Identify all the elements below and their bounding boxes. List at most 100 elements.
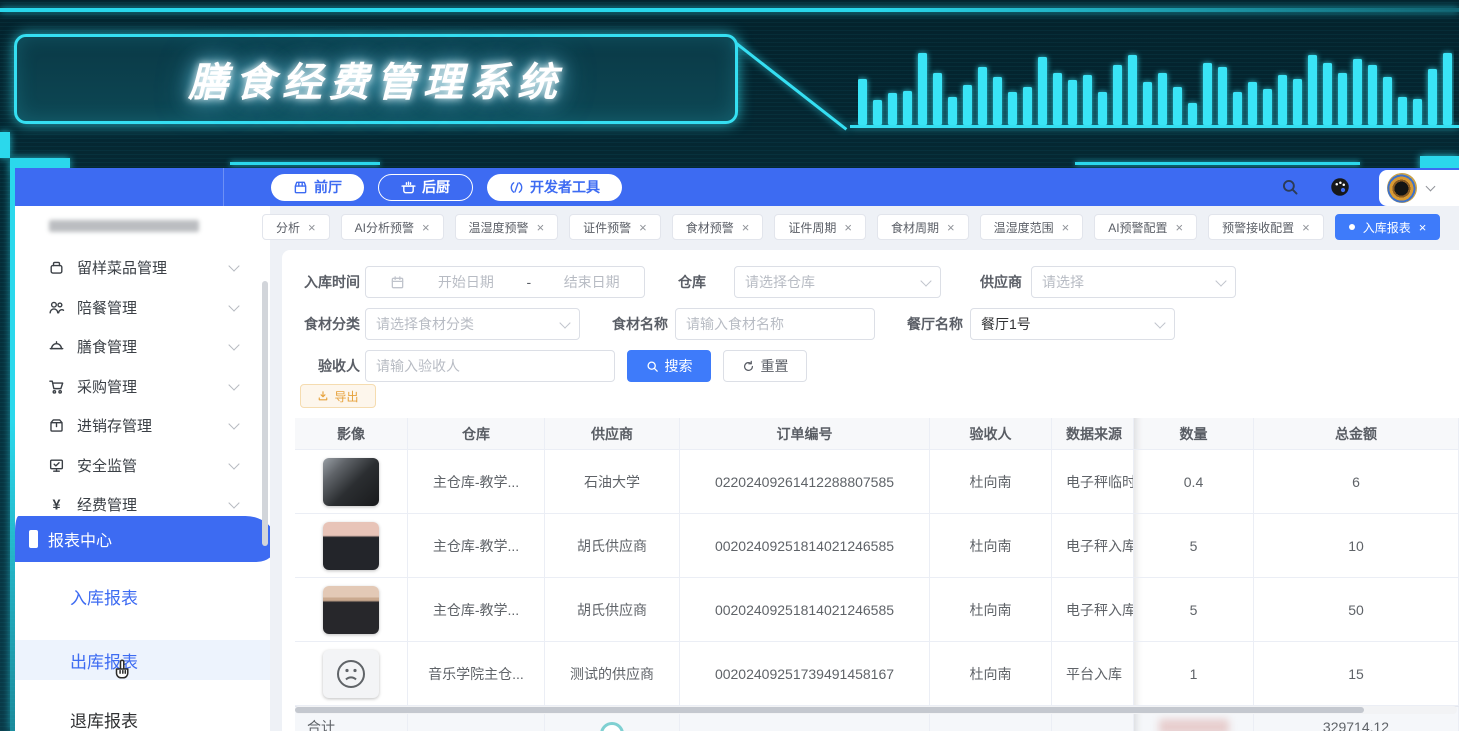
user-menu[interactable] bbox=[1379, 170, 1459, 206]
restaurant-select[interactable]: 餐厅1号 bbox=[970, 308, 1175, 340]
sidebar-subitem-label: 入库报表 bbox=[70, 584, 138, 609]
export-button[interactable]: 导出 bbox=[300, 384, 376, 408]
mode-pills: 前厅后厨开发者工具 bbox=[271, 174, 622, 201]
close-icon[interactable]: × bbox=[1302, 221, 1310, 234]
inspector-field[interactable] bbox=[366, 351, 614, 381]
row-thumbnail[interactable] bbox=[323, 586, 379, 634]
table-row[interactable]: 主仓库-教学...胡氏供应商00202409251814021246585杜向南… bbox=[295, 514, 1459, 578]
table-header-row: 影像仓库供应商订单编号验收人数据来源数量总金额 bbox=[295, 418, 1459, 450]
table-row[interactable]: 音乐学院主仓...测试的供应商00202409251739491458167杜向… bbox=[295, 642, 1459, 706]
sidebar-subitem-入库报表[interactable]: 入库报表 bbox=[15, 576, 270, 616]
search-icon[interactable] bbox=[1279, 176, 1301, 198]
date-start-placeholder: 开始日期 bbox=[438, 272, 494, 292]
sidebar-item-label: 进销存管理 bbox=[77, 415, 152, 436]
tab-AI预警配置[interactable]: AI预警配置× bbox=[1094, 214, 1197, 240]
close-icon[interactable]: × bbox=[947, 221, 955, 234]
close-icon[interactable]: × bbox=[308, 221, 316, 234]
tab-温湿度预警[interactable]: 温湿度预警× bbox=[455, 214, 559, 240]
export-button-label: 导出 bbox=[334, 388, 358, 405]
close-icon[interactable]: × bbox=[537, 221, 545, 234]
tab-入库报表[interactable]: 入库报表× bbox=[1335, 214, 1441, 240]
inspector-input[interactable] bbox=[365, 350, 615, 382]
food-name-input[interactable] bbox=[675, 308, 875, 340]
toolbar-right bbox=[1279, 168, 1459, 206]
warehouse-select[interactable]: 请选择仓库 bbox=[734, 266, 941, 298]
tab-食材周期[interactable]: 食材周期× bbox=[877, 214, 969, 240]
sidebar-item-陪餐管理[interactable]: 陪餐管理 bbox=[15, 288, 270, 327]
toolbar-divider bbox=[223, 168, 224, 206]
close-icon[interactable]: × bbox=[1062, 221, 1070, 234]
supplier-select[interactable]: 请选择 bbox=[1031, 266, 1236, 298]
table-row[interactable]: 主仓库-教学...胡氏供应商00202409251814021246585杜向南… bbox=[295, 578, 1459, 642]
tab-证件周期[interactable]: 证件周期× bbox=[774, 214, 866, 240]
close-icon[interactable]: × bbox=[742, 221, 750, 234]
safety-monitor-icon bbox=[48, 457, 65, 474]
top-toolbar: 前厅后厨开发者工具 bbox=[15, 168, 1459, 206]
sidebar-item-膳食管理[interactable]: 膳食管理 bbox=[15, 327, 270, 366]
supplier-cell: 测试的供应商 bbox=[545, 642, 680, 705]
food-name-field[interactable] bbox=[676, 309, 874, 339]
row-thumbnail[interactable] bbox=[323, 522, 379, 570]
category-select[interactable]: 请选择食材分类 bbox=[365, 308, 580, 340]
close-icon[interactable]: × bbox=[1176, 221, 1184, 234]
search-button[interactable]: 搜索 bbox=[627, 350, 711, 382]
equalizer-bar bbox=[903, 91, 912, 125]
tab-AI分析预警[interactable]: AI分析预警× bbox=[341, 214, 444, 240]
reset-button[interactable]: 重置 bbox=[723, 350, 807, 382]
sidebar-item-安全监管[interactable]: 安全监管 bbox=[15, 446, 270, 485]
equalizer-bar bbox=[1368, 65, 1377, 125]
close-icon[interactable]: × bbox=[422, 221, 430, 234]
sidebar-item-采购管理[interactable]: 采购管理 bbox=[15, 367, 270, 406]
sidebar-scrollbar[interactable] bbox=[262, 281, 268, 546]
tab-label: 温湿度范围 bbox=[994, 219, 1054, 236]
close-icon[interactable]: × bbox=[844, 221, 852, 234]
mode-pill-后厨[interactable]: 后厨 bbox=[378, 174, 473, 201]
search-icon bbox=[646, 360, 659, 373]
supplier-cell: 石油大学 bbox=[545, 450, 680, 513]
mode-pill-前厅[interactable]: 前厅 bbox=[271, 174, 364, 201]
mode-pill-开发者工具[interactable]: 开发者工具 bbox=[487, 174, 622, 201]
funds-icon: ¥ bbox=[48, 496, 65, 513]
inspector-cell: 杜向南 bbox=[930, 578, 1052, 641]
scrollbar-thumb[interactable] bbox=[295, 707, 1364, 713]
horizontal-scrollbar[interactable] bbox=[295, 706, 1457, 714]
food-name-label: 食材名称 bbox=[610, 308, 668, 340]
table-row[interactable]: 主仓库-教学...石油大学02202409261412288807585杜向南电… bbox=[295, 450, 1459, 514]
sidebar-subitem-出库报表[interactable]: 出库报表 bbox=[15, 640, 270, 680]
close-icon[interactable]: × bbox=[1419, 221, 1427, 234]
sidebar-subitem-退库报表[interactable]: 退库报表 bbox=[15, 699, 270, 731]
chevron-down-icon bbox=[228, 379, 239, 390]
corner-accent-left bbox=[0, 132, 10, 158]
sidebar-item-label: 采购管理 bbox=[77, 376, 137, 397]
equalizer-bar bbox=[1173, 87, 1182, 125]
tab-温湿度范围[interactable]: 温湿度范围 × bbox=[980, 214, 1084, 240]
sidebar-item-进销存管理[interactable]: 进销存管理 bbox=[15, 406, 270, 445]
column-header-影像: 影像 bbox=[295, 418, 408, 449]
tab-证件预警[interactable]: 证件预警× bbox=[569, 214, 661, 240]
equalizer-bar bbox=[1083, 75, 1092, 125]
inspector-cell: 杜向南 bbox=[930, 642, 1052, 705]
order-no-cell: 00202409251814021246585 bbox=[680, 578, 930, 641]
warehouse-cell: 主仓库-教学... bbox=[408, 450, 545, 513]
warehouse-cell: 主仓库-教学... bbox=[408, 514, 545, 577]
main-content: 分析×AI分析预警×温湿度预警×证件预警×食材预警×证件周期×食材周期×温湿度范… bbox=[270, 206, 1459, 731]
tab-分析[interactable]: 分析× bbox=[262, 214, 330, 240]
date-range-input[interactable]: 开始日期 - 结束日期 bbox=[365, 266, 645, 298]
close-icon[interactable]: × bbox=[639, 221, 647, 234]
sidebar-item-留样菜品管理[interactable]: 留样菜品管理 bbox=[15, 248, 270, 287]
supplier-placeholder: 请选择 bbox=[1042, 272, 1084, 292]
chevron-down-icon bbox=[559, 317, 570, 328]
equalizer-bar bbox=[948, 97, 957, 125]
row-thumbnail[interactable] bbox=[323, 458, 379, 506]
sidebar-item-report-center[interactable]: 报表中心 bbox=[15, 516, 270, 562]
column-header-数量: 数量 bbox=[1134, 418, 1254, 449]
equalizer-bar bbox=[1293, 79, 1302, 125]
sidebar-item-label: 报表中心 bbox=[48, 527, 112, 551]
palette-icon[interactable] bbox=[1329, 176, 1351, 198]
tab-食材预警[interactable]: 食材预警× bbox=[672, 214, 764, 240]
equalizer-bar bbox=[1098, 92, 1107, 125]
tab-预警接收配置[interactable]: 预警接收配置× bbox=[1208, 214, 1324, 240]
image-cell bbox=[295, 578, 408, 641]
equalizer-bar bbox=[1143, 82, 1152, 125]
equalizer bbox=[858, 38, 1454, 125]
